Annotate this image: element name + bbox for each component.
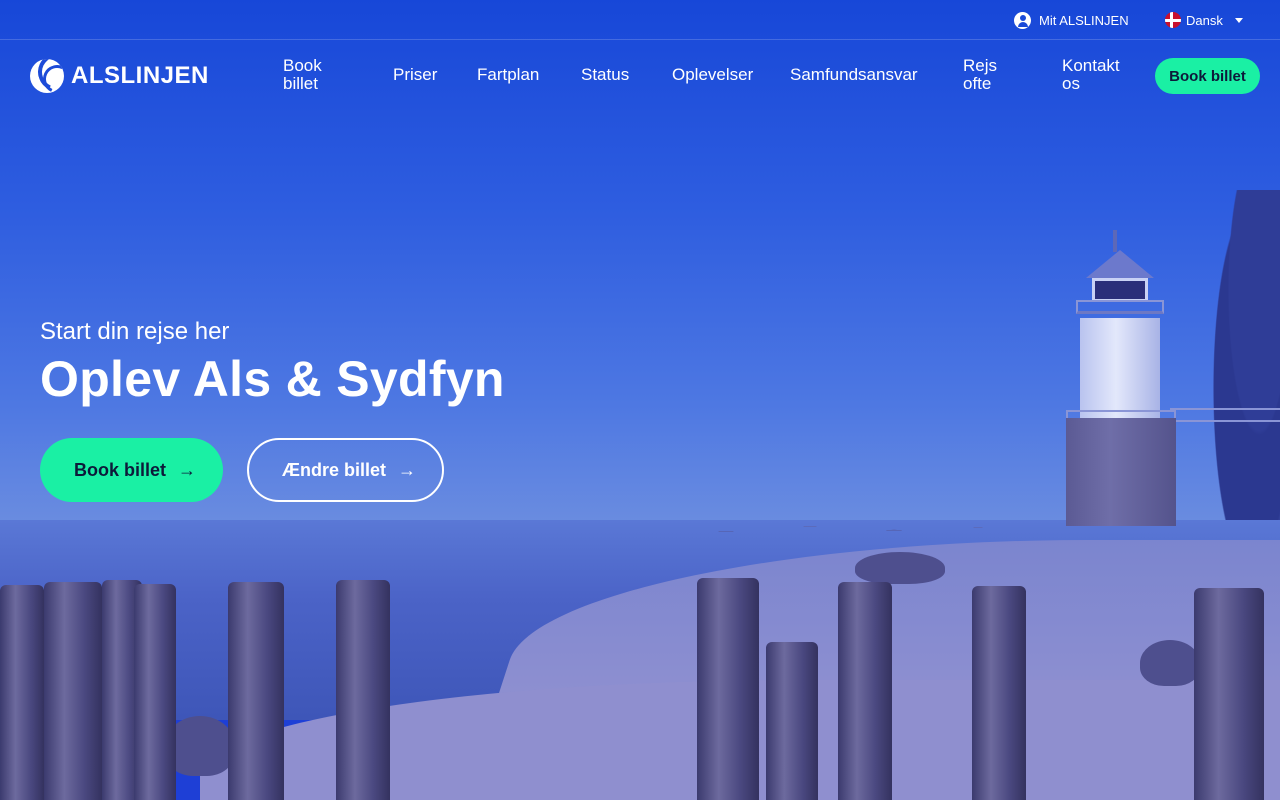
nav-item-kontakt-os[interactable]: Kontakt os <box>1062 57 1128 93</box>
brand-name: ALSLINJEN <box>71 62 209 89</box>
language-label: Dansk <box>1186 12 1223 28</box>
wooden-post <box>336 580 390 800</box>
book-ticket-button[interactable]: Book billet → <box>40 438 223 502</box>
wooden-post <box>134 584 176 800</box>
lighthouse-base <box>1066 418 1176 526</box>
boulder <box>855 552 945 584</box>
my-account-label: Mit ALSLINJEN <box>1039 12 1129 28</box>
tree <box>1210 190 1280 520</box>
wooden-post <box>0 585 44 800</box>
logo-wave-icon <box>30 59 64 93</box>
nav-item-priser[interactable]: Priser <box>393 66 437 84</box>
lighthouse-gallery <box>1076 300 1164 314</box>
wooden-post <box>44 582 102 800</box>
header-book-button[interactable]: Book billet <box>1155 58 1260 94</box>
nav-item-oplevelser[interactable]: Oplevelser <box>672 66 753 84</box>
lighthouse-roof <box>1086 250 1154 278</box>
lighthouse-lantern <box>1092 278 1148 302</box>
change-ticket-label: Ændre billet <box>282 459 387 480</box>
arrow-right-icon: → <box>178 460 197 480</box>
nav-item-rejs-ofte[interactable]: Rejs ofte <box>963 57 1009 93</box>
boulder <box>1140 640 1200 686</box>
wooden-post <box>766 642 818 800</box>
nav-item-samfundsansvar[interactable]: Samfundsansvar <box>790 66 918 84</box>
wooden-post <box>697 578 759 800</box>
arrow-right-icon: → <box>398 460 417 480</box>
change-ticket-button[interactable]: Ændre billet → <box>247 438 444 502</box>
top-utility-bar: Mit ALSLINJEN Dansk <box>0 0 1280 40</box>
flag-denmark-icon <box>1165 12 1181 28</box>
chevron-down-icon <box>1234 17 1243 23</box>
account-circle-icon <box>1014 11 1031 29</box>
wooden-post <box>838 582 892 800</box>
rock-line <box>600 518 1020 540</box>
brand-logo[interactable]: ALSLINJEN <box>30 59 209 93</box>
my-account-link[interactable]: Mit ALSLINJEN <box>1014 10 1129 30</box>
hero-subtitle: Start din rejse her <box>40 318 230 345</box>
book-ticket-label: Book billet <box>74 459 167 480</box>
lighthouse-spire <box>1113 230 1117 252</box>
lighthouse-bridge <box>1170 408 1280 422</box>
wooden-post <box>972 586 1026 800</box>
nav-item-book-billet[interactable]: Book billet <box>283 57 343 93</box>
lighthouse-tower <box>1080 318 1160 420</box>
hero-headline: Oplev Als & Sydfyn <box>40 351 505 407</box>
language-selector[interactable]: Dansk <box>1165 10 1243 30</box>
nav-item-fartplan[interactable]: Fartplan <box>477 66 539 84</box>
nav-item-status[interactable]: Status <box>581 66 629 84</box>
wooden-post <box>228 582 284 800</box>
wooden-post <box>1194 588 1264 800</box>
